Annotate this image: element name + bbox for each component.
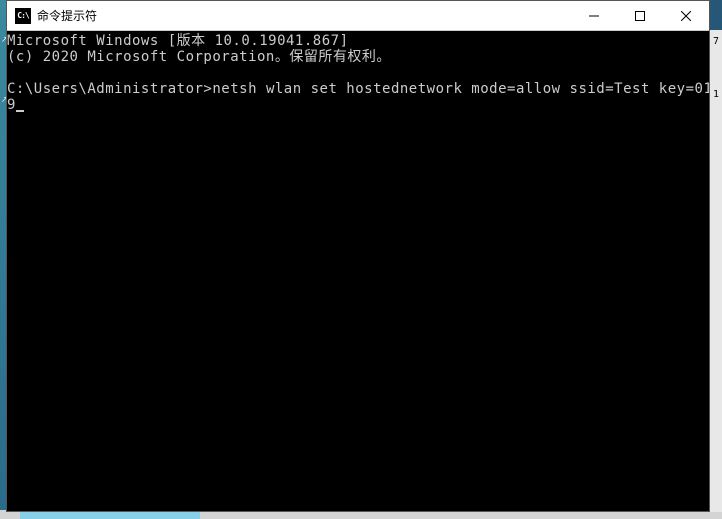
terminal-line: Microsoft Windows [版本 10.0.19041.867] <box>7 33 349 49</box>
close-button[interactable] <box>663 1 709 30</box>
minimize-button[interactable] <box>571 1 617 30</box>
titlebar[interactable]: C:\ 命令提示符 <box>7 1 709 31</box>
edge-number: 1 <box>710 89 722 100</box>
right-edge-strip: 7 1 <box>710 30 722 512</box>
window-title: 命令提示符 <box>37 7 571 24</box>
terminal-command: netsh wlan set hostednetwork mode=allow … <box>212 81 709 97</box>
terminal-prompt: C:\Users\Administrator> <box>7 81 212 97</box>
maximize-button[interactable] <box>617 1 663 30</box>
terminal-line: (c) 2020 Microsoft Corporation。保留所有权利。 <box>7 49 391 65</box>
cmd-icon: C:\ <box>15 8 31 24</box>
command-prompt-window: C:\ 命令提示符 Microsoft Windows [版本 10.0.190… <box>6 0 710 512</box>
terminal-cursor <box>16 110 24 112</box>
edge-number: 7 <box>710 36 722 47</box>
window-controls <box>571 1 709 30</box>
terminal-output[interactable]: Microsoft Windows [版本 10.0.19041.867] (c… <box>7 31 709 511</box>
terminal-line: 9 <box>7 97 16 113</box>
